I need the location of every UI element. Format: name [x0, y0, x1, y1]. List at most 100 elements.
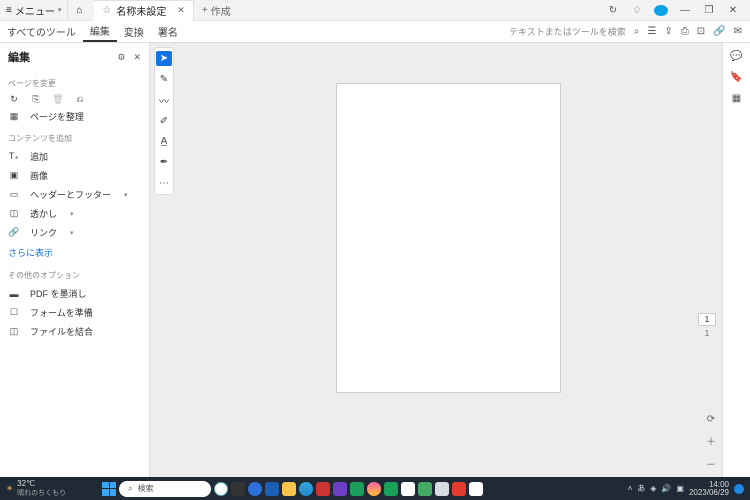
draw-tool[interactable]: ✐	[156, 114, 172, 129]
comment-panel-icon[interactable]: 💬	[730, 51, 742, 62]
tab-convert[interactable]: 変換	[117, 21, 151, 42]
close-panel-icon[interactable]: ✕	[133, 52, 141, 63]
taskbar-explorer[interactable]	[282, 482, 296, 496]
page-input[interactable]: 1	[698, 313, 716, 326]
new-tab-button[interactable]: + 作成	[194, 0, 239, 20]
weather-icon: ☀	[6, 484, 13, 493]
window-restore[interactable]: ❐	[702, 5, 716, 16]
watermark[interactable]: ◫透かし	[8, 204, 141, 223]
select-tool[interactable]: ➤	[156, 51, 172, 66]
sync-icon[interactable]: ↻	[606, 5, 620, 16]
close-tab-icon[interactable]: ✕	[177, 5, 185, 16]
organize-pages[interactable]: ▦ページを整理	[8, 107, 141, 126]
taskbar-taskview[interactable]	[231, 482, 245, 496]
taskbar-clock[interactable]: 14:00 2023/06/29	[689, 481, 729, 497]
start-button[interactable]	[102, 482, 116, 496]
highlight-tool[interactable]: 〰	[156, 93, 172, 108]
menu-button[interactable]: ≡ メニュー ▾	[0, 0, 68, 20]
delete-icon[interactable]: 🗑	[52, 94, 64, 105]
taskbar-xbox[interactable]	[350, 482, 364, 496]
taskbar-app-7[interactable]	[435, 482, 449, 496]
taskbar-search-icon: ⌕	[128, 484, 132, 494]
tab-edit[interactable]: 編集	[83, 21, 117, 42]
link-tool-icon: 🔗	[8, 227, 20, 238]
menu-label: メニュー	[15, 3, 55, 18]
redact[interactable]: ▬PDF を墨消し	[8, 284, 141, 303]
print-icon[interactable]: ⎙	[681, 26, 689, 37]
thumbnail-panel-icon[interactable]: ▦	[732, 93, 741, 104]
weather-temp: 32℃	[17, 479, 66, 488]
taskbar-app-3[interactable]	[316, 482, 330, 496]
taskbar-weather[interactable]: ☀ 32℃ 晴れのちくもり	[0, 479, 72, 498]
tray-battery-icon[interactable]: ▣	[676, 484, 684, 493]
canvas-area: 1 1 ⟳ ＋ －	[174, 43, 722, 477]
chevron-down-icon: ▾	[58, 6, 62, 14]
gear-icon[interactable]: ⚙	[117, 52, 125, 63]
image-icon: ▣	[8, 170, 20, 181]
header-footer[interactable]: ▭ヘッダーとフッター	[8, 185, 141, 204]
tray-ime[interactable]: あ	[637, 483, 645, 494]
account-avatar[interactable]	[654, 5, 668, 16]
extra-icon-1[interactable]: ⊡	[697, 26, 705, 37]
save-icon[interactable]: ☰	[647, 26, 656, 37]
taskbar-teams[interactable]	[333, 482, 347, 496]
text-icon: T₊	[8, 151, 20, 162]
taskbar-search-text: 検索	[138, 483, 154, 494]
refresh-view-icon[interactable]: ⟳	[707, 414, 715, 425]
prepare-form[interactable]: ☐フォームを準備	[8, 303, 141, 322]
new-tab-label: 作成	[211, 3, 231, 18]
zoom-out-icon[interactable]: －	[706, 456, 716, 471]
taskbar-edge[interactable]	[299, 482, 313, 496]
notif-badge[interactable]	[734, 484, 744, 494]
taskbar-copilot[interactable]	[214, 482, 228, 496]
tab-all-tools[interactable]: すべてのツール	[0, 21, 83, 42]
bookmark-panel-icon[interactable]: 🔖	[730, 72, 742, 83]
home-icon: ⌂	[76, 5, 82, 16]
document-tab[interactable]: ☆ 名称未設定 ✕	[94, 0, 194, 21]
zoom-in-icon[interactable]: ＋	[706, 433, 716, 448]
textbox-tool[interactable]: A̲	[156, 134, 172, 149]
mail-icon[interactable]: ✉	[734, 26, 742, 37]
tray-volume-icon[interactable]: 🔊	[661, 484, 671, 493]
weather-text: 晴れのちくもり	[17, 488, 66, 498]
taskbar-app-2[interactable]	[265, 482, 279, 496]
taskbar-app-1[interactable]	[248, 482, 262, 496]
windows-taskbar: ☀ 32℃ 晴れのちくもり ⌕ 検索 ˄ あ ◈ 🔊 ▣	[0, 477, 750, 500]
header-icon: ▭	[8, 189, 20, 200]
window-minimize[interactable]: —	[678, 5, 692, 16]
show-more[interactable]: さらに表示	[8, 242, 141, 263]
taskbar-app-6[interactable]	[418, 482, 432, 496]
taskbar-acrobat[interactable]	[452, 482, 466, 496]
add-text[interactable]: T₊追加	[8, 147, 141, 166]
combine-files[interactable]: ◫ファイルを結合	[8, 322, 141, 341]
tray-wifi-icon[interactable]: ◈	[650, 484, 656, 493]
link-icon[interactable]: 🔗	[713, 26, 725, 37]
insert-icon[interactable]: ⎌	[74, 94, 86, 105]
redact-icon: ▬	[8, 289, 20, 299]
window-close[interactable]: ✕	[726, 5, 740, 16]
tab-sign[interactable]: 署名	[151, 21, 185, 42]
document-page[interactable]	[336, 83, 561, 393]
taskbar-excel[interactable]	[384, 482, 398, 496]
hamburger-icon: ≡	[6, 5, 12, 16]
link-tool[interactable]: 🔗リンク	[8, 223, 141, 242]
comment-tool[interactable]: ✎	[156, 72, 172, 87]
bell-icon[interactable]: ♢	[630, 5, 644, 16]
home-button[interactable]: ⌂	[68, 0, 90, 20]
page-total: 1	[698, 329, 716, 338]
taskbar-app-4[interactable]	[367, 482, 381, 496]
sign-tool[interactable]: ✒	[156, 155, 172, 170]
taskbar-app-5[interactable]	[401, 482, 415, 496]
section-page-label: ページを変更	[8, 78, 141, 89]
share-icon[interactable]: ⇪	[664, 26, 672, 37]
more-tools[interactable]: ⋯	[156, 176, 172, 191]
add-image[interactable]: ▣画像	[8, 166, 141, 185]
taskbar-app-8[interactable]	[469, 482, 483, 496]
section-other-label: その他のオプション	[8, 270, 141, 281]
tray-chevron-icon[interactable]: ˄	[628, 484, 633, 493]
extract-icon[interactable]: ⎘	[30, 94, 42, 105]
taskbar-search[interactable]: ⌕ 検索	[119, 481, 211, 497]
rotate-icon[interactable]: ↻	[8, 94, 20, 105]
panel-title: 編集	[8, 49, 30, 65]
search-icon[interactable]: ⌕	[634, 26, 640, 37]
